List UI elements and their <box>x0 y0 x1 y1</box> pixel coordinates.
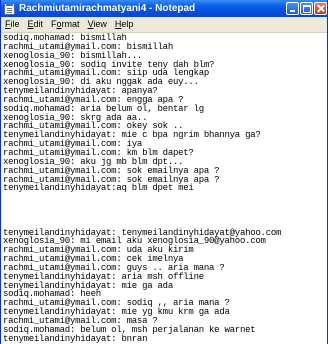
menu-view[interactable]: View <box>84 17 111 32</box>
document-text[interactable]: sodiq.mohamad: bismillah rachmi_utami@yma… <box>1 33 327 344</box>
text-editor-area[interactable]: sodiq.mohamad: bismillah rachmi_utami@yma… <box>1 33 327 344</box>
menu-file[interactable]: File <box>1 17 24 32</box>
title-bar[interactable]: Rachmiutamirachmatyani4 - Notepad <box>1 0 327 17</box>
close-icon[interactable] <box>314 2 327 15</box>
window-title: Rachmiutamirachmatyani4 - Notepad <box>19 3 196 14</box>
notepad-window: Rachmiutamirachmatyani4 - Notepad File Ed… <box>0 0 328 344</box>
text-line: tenymeilandinyhidayat:aq blm dpet mei <box>3 183 194 194</box>
menu-edit[interactable]: Edit <box>24 17 48 32</box>
minimize-icon[interactable] <box>286 2 299 15</box>
menu-bar: File Edit Format View Help <box>1 17 327 33</box>
maximize-icon[interactable] <box>300 2 313 15</box>
menu-help[interactable]: Help <box>111 17 138 32</box>
text-line: tenymeilandinyhidayat: bnran <box>3 333 148 344</box>
text-line <box>3 211 327 220</box>
menu-format[interactable]: Format <box>47 17 84 32</box>
window-controls <box>286 2 327 15</box>
notepad-app-icon[interactable] <box>4 2 15 15</box>
text-line <box>3 202 327 211</box>
text-line <box>3 193 327 202</box>
